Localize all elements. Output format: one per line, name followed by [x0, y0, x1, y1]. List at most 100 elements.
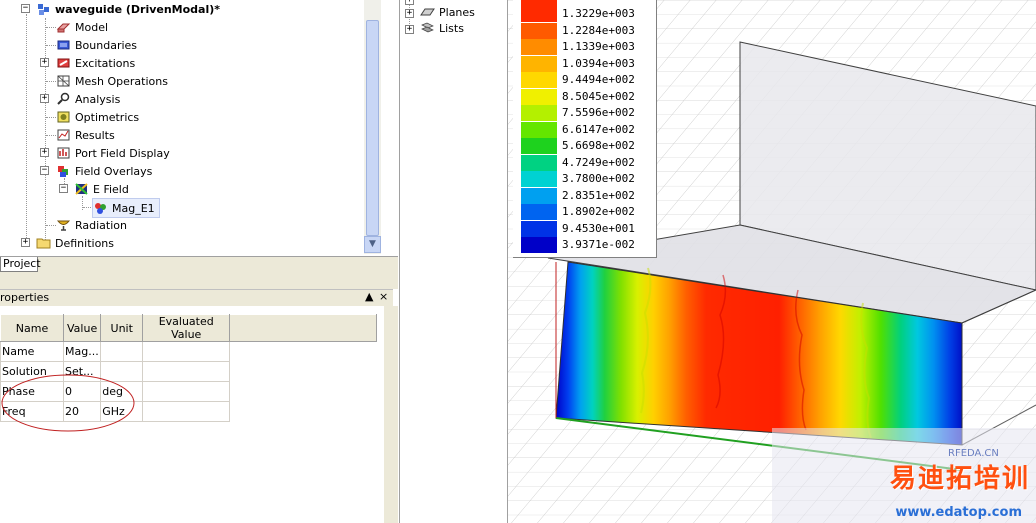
tree-item-mag-e1[interactable]: Mag_E1	[92, 198, 160, 218]
field-legend[interactable]: 1.3229e+003 1.2284e+003 1.1339e+003 1.0394e…	[513, 0, 657, 258]
tree-item-radiation[interactable]: Radiation	[56, 216, 127, 234]
tree-item-boundaries[interactable]: Boundaries	[56, 36, 137, 54]
legend-row: 3.7800e+002	[521, 171, 653, 187]
legend-swatch	[521, 105, 557, 121]
watermark-url: www.edatop.com	[895, 505, 1022, 520]
tree-item-model[interactable]: Model	[56, 18, 108, 36]
legend-row: 9.4494e+002	[521, 72, 653, 88]
project-icon	[38, 4, 49, 15]
legend-swatch	[521, 6, 557, 22]
results-icon	[57, 129, 70, 141]
e-field-icon	[75, 183, 88, 195]
legend-swatch	[521, 55, 557, 72]
collapse-field-overlays-toggle[interactable]: −	[40, 166, 49, 175]
tree-item-results[interactable]: Results	[56, 126, 115, 144]
cell-evaluated	[142, 381, 231, 402]
pin-dropdown-icon[interactable]: ▲	[365, 290, 373, 303]
tree-item-label: Boundaries	[75, 38, 138, 52]
tree-item-e-field[interactable]: E Field	[74, 180, 129, 198]
cell-filler	[230, 382, 377, 402]
folder-icon	[36, 238, 51, 249]
expand-lists-toggle[interactable]: +	[405, 25, 414, 34]
legend-value: 8.5045e+002	[562, 89, 635, 103]
tree-item-planes[interactable]: Planes	[420, 4, 475, 20]
watermark-logo: RFEDA.CN	[948, 448, 999, 459]
tree-item-definitions[interactable]: Definitions	[36, 234, 114, 252]
cell-evaluated	[142, 401, 231, 422]
legend-row: 6.6147e+002	[521, 121, 653, 138]
tree-item-label: Model	[75, 20, 109, 34]
close-icon[interactable]: ×	[379, 290, 388, 303]
watermark-text: 易迪拓培训	[889, 464, 1030, 494]
expand-definitions-toggle[interactable]: +	[21, 238, 30, 247]
modeler-tree: + + Planes + Lists	[399, 0, 508, 523]
legend-swatch	[521, 171, 557, 187]
excitations-icon	[57, 58, 70, 68]
cell-evaluated	[142, 361, 231, 382]
tree-item-mesh-operations[interactable]: Mesh Operations	[56, 72, 168, 90]
legend-swatch	[521, 220, 557, 237]
tree-item-field-overlays[interactable]: Field Overlays	[56, 162, 152, 180]
tree-item-analysis[interactable]: Analysis	[56, 90, 120, 108]
collapse-root-toggle[interactable]: −	[21, 4, 30, 13]
legend-row: 7.5596e+002	[521, 105, 653, 121]
expand-planes-toggle[interactable]: +	[405, 9, 414, 18]
legend-swatch	[521, 204, 557, 220]
tree-item-label: Mag_E1	[112, 201, 155, 215]
scroll-down-button[interactable]: ▼	[364, 236, 381, 253]
legend-swatch	[521, 88, 557, 105]
col-header-value[interactable]: Value	[62, 314, 102, 342]
legend-swatch	[521, 39, 557, 55]
expand-port-field-toggle[interactable]: +	[40, 148, 49, 157]
legend-swatch	[521, 121, 557, 138]
cell-filler	[230, 402, 377, 422]
tree-item-optimetrics[interactable]: Optimetrics	[56, 108, 139, 126]
expand-coords-toggle[interactable]: +	[405, 0, 414, 5]
tree-item-port-field-display[interactable]: Port Field Display	[56, 144, 170, 162]
highlight-ellipse	[1, 374, 135, 432]
table-row[interactable]: Name Mag...	[0, 341, 377, 362]
tree-item-label: Radiation	[75, 218, 127, 232]
tree-scrollbar-thumb[interactable]	[366, 20, 379, 236]
legend-value: 2.8351e+002	[562, 188, 635, 202]
legend-row: 8.5045e+002	[521, 88, 653, 105]
tree-item-label: Definitions	[55, 236, 114, 250]
legend-value: 1.3229e+003	[562, 7, 635, 20]
legend-value: 1.2284e+003	[562, 23, 635, 37]
legend-swatch	[521, 138, 557, 154]
collapse-e-field-toggle[interactable]: −	[59, 184, 68, 193]
properties-scrollbar[interactable]	[384, 306, 398, 523]
tree-item-label: Excitations	[75, 56, 136, 70]
mag-plot-icon	[95, 203, 106, 214]
tree-item-label: E Field	[93, 182, 129, 196]
col-header-name[interactable]: Name	[0, 314, 64, 342]
col-header-evaluated[interactable]: Evaluated Value	[142, 314, 231, 342]
tree-item-label: Optimetrics	[75, 110, 140, 124]
tree-item-lists[interactable]: Lists	[420, 20, 464, 36]
legend-swatch	[521, 22, 557, 39]
expand-excitations-toggle[interactable]: +	[40, 58, 49, 67]
watermark-banner: 易迪拓培训 www.edatop.com	[772, 428, 1036, 523]
cell-unit[interactable]	[100, 341, 144, 362]
panel-splitter[interactable]	[0, 272, 398, 289]
field-overlays-icon	[58, 166, 68, 177]
col-header-unit[interactable]: Unit	[100, 314, 144, 342]
expand-analysis-toggle[interactable]: +	[40, 94, 49, 103]
tree-item-label: Port Field Display	[75, 146, 170, 160]
legend-value: 3.9371e-002	[562, 238, 635, 251]
legend-row: 1.3229e+003	[521, 6, 653, 22]
legend-row: 1.2284e+003	[521, 22, 653, 39]
tab-project[interactable]: Project	[0, 257, 41, 272]
cell-value[interactable]: Mag...	[62, 341, 102, 362]
legend-row: 1.0394e+003	[521, 55, 653, 72]
properties-titlebar: roperties ▲ ×	[0, 289, 393, 307]
mesh-icon	[57, 75, 70, 87]
tree-root[interactable]: waveguide (DrivenModal)*	[36, 0, 220, 18]
tree-item-excitations[interactable]: Excitations	[56, 54, 135, 72]
tree-item-label: Planes	[439, 5, 475, 19]
project-tabstrip: Project	[0, 256, 398, 273]
legend-value: 1.1339e+003	[562, 40, 635, 53]
legend-value: 4.7249e+002	[562, 155, 635, 169]
radiation-icon	[56, 220, 71, 231]
legend-value: 1.0394e+003	[562, 56, 635, 70]
